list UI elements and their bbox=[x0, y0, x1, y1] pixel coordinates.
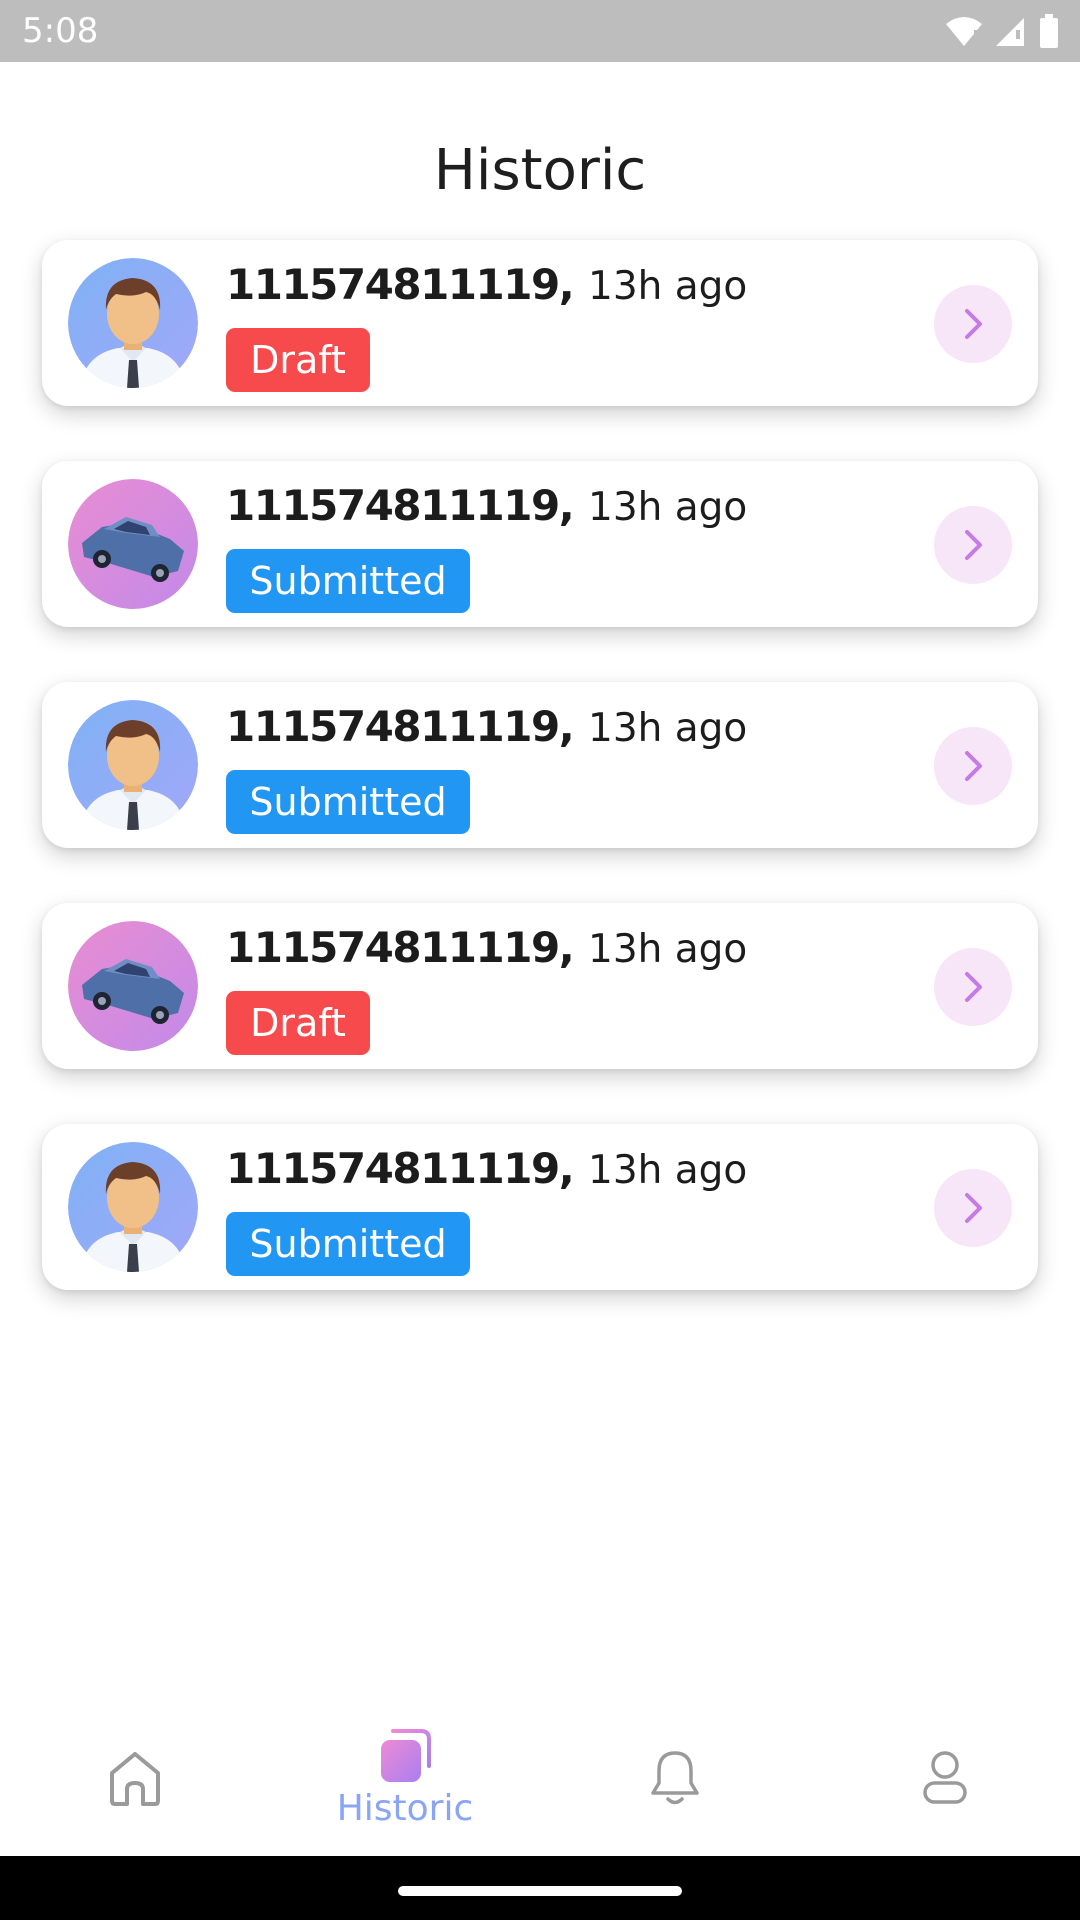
status-time: 5:08 bbox=[22, 11, 99, 51]
status-badge: Draft bbox=[226, 328, 370, 392]
record-title: 111574811119, 13h ago bbox=[226, 481, 747, 530]
car-avatar bbox=[68, 479, 198, 609]
record-card[interactable]: 111574811119, 13h ago Draft bbox=[42, 240, 1038, 406]
person-avatar bbox=[68, 258, 198, 388]
nav-label-historic: Historic bbox=[336, 1787, 474, 1829]
car-avatar bbox=[68, 921, 198, 1051]
record-card[interactable]: 111574811119, 13h ago Draft bbox=[42, 903, 1038, 1069]
open-record-button[interactable] bbox=[934, 506, 1012, 584]
chevron-right-icon bbox=[965, 751, 982, 781]
status-icons bbox=[944, 14, 1060, 48]
record-separator: , bbox=[558, 1144, 575, 1193]
person-avatar bbox=[68, 1142, 198, 1272]
nav-item-notifications[interactable] bbox=[540, 1700, 810, 1856]
record-list: 111574811119, 13h ago Draft 111574811119, … bbox=[42, 240, 1038, 1345]
chevron-right-icon bbox=[965, 1193, 982, 1223]
nav-item-home[interactable] bbox=[0, 1700, 270, 1856]
record-time: 13h ago bbox=[588, 264, 748, 309]
person-avatar bbox=[68, 700, 198, 830]
record-id: 111574811119 bbox=[226, 702, 560, 751]
record-title: 111574811119, 13h ago bbox=[226, 702, 747, 751]
record-time: 13h ago bbox=[588, 927, 748, 972]
home-indicator[interactable] bbox=[398, 1886, 682, 1896]
record-time: 13h ago bbox=[588, 706, 748, 751]
open-record-button[interactable] bbox=[934, 727, 1012, 805]
bell-icon bbox=[651, 1751, 699, 1805]
home-icon bbox=[110, 1752, 160, 1806]
status-badge: Submitted bbox=[226, 1212, 470, 1276]
record-separator: , bbox=[558, 260, 575, 309]
chevron-right-icon bbox=[965, 530, 982, 560]
record-card[interactable]: 111574811119, 13h ago Submitted bbox=[42, 682, 1038, 848]
record-title: 111574811119, 13h ago bbox=[226, 260, 747, 309]
record-title: 111574811119, 13h ago bbox=[226, 1144, 747, 1193]
record-title: 111574811119, 13h ago bbox=[226, 923, 747, 972]
status-badge: Draft bbox=[226, 991, 370, 1055]
record-id: 111574811119 bbox=[226, 1144, 560, 1193]
status-bar: 5:08 bbox=[0, 0, 1080, 62]
status-badge: Submitted bbox=[226, 770, 470, 834]
cards-icon bbox=[381, 1728, 431, 1782]
nav-item-historic[interactable]: Historic bbox=[270, 1700, 540, 1856]
signal-icon bbox=[996, 18, 1024, 46]
record-id: 111574811119 bbox=[226, 260, 560, 309]
record-separator: , bbox=[558, 481, 575, 530]
chevron-right-icon bbox=[965, 972, 982, 1002]
record-time: 13h ago bbox=[588, 1148, 748, 1193]
battery-icon bbox=[1040, 14, 1058, 48]
wifi-icon bbox=[946, 17, 982, 46]
bottom-nav: Historic bbox=[0, 1700, 1080, 1856]
record-card[interactable]: 111574811119, 13h ago Submitted bbox=[42, 461, 1038, 627]
chevron-right-icon bbox=[965, 309, 982, 339]
nav-item-profile[interactable] bbox=[810, 1700, 1080, 1856]
record-id: 111574811119 bbox=[226, 923, 560, 972]
record-card[interactable]: 111574811119, 13h ago Submitted bbox=[42, 1124, 1038, 1290]
open-record-button[interactable] bbox=[934, 948, 1012, 1026]
record-separator: , bbox=[558, 702, 575, 751]
record-time: 13h ago bbox=[588, 485, 748, 530]
open-record-button[interactable] bbox=[934, 1169, 1012, 1247]
open-record-button[interactable] bbox=[934, 285, 1012, 363]
record-id: 111574811119 bbox=[226, 481, 560, 530]
system-nav-bar bbox=[0, 1856, 1080, 1920]
record-separator: , bbox=[558, 923, 575, 972]
user-icon bbox=[923, 1751, 967, 1804]
page-title: Historic bbox=[433, 138, 647, 203]
status-badge: Submitted bbox=[226, 549, 470, 613]
